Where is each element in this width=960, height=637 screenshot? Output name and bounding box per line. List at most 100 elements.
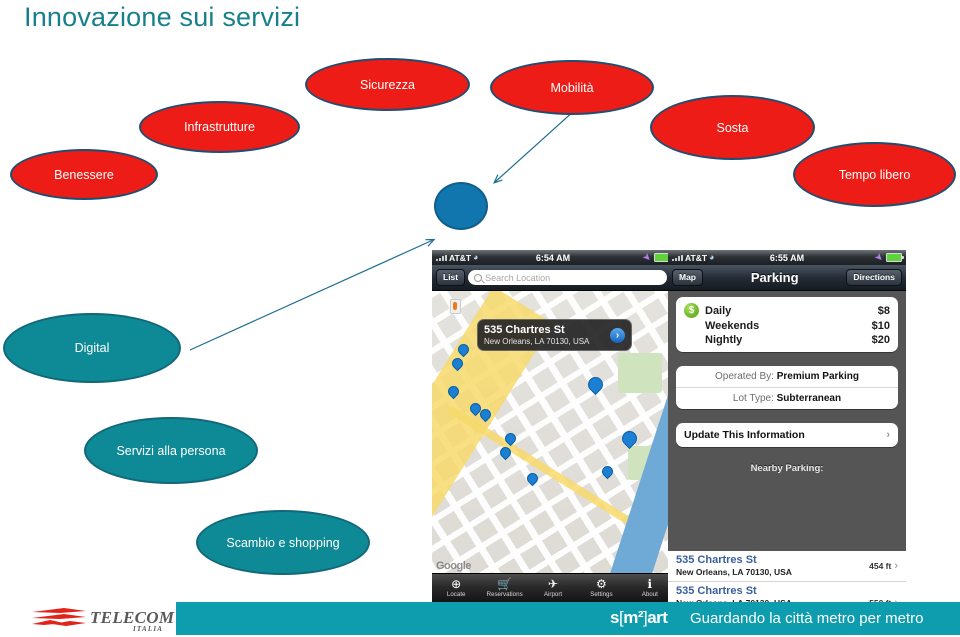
- nearby-item-text: 535 Chartres St New Orleans, LA 70130, U…: [676, 585, 863, 602]
- tab-about[interactable]: ℹ About: [626, 578, 674, 598]
- callout-city: New Orleans, LA 70130, USA: [484, 336, 590, 346]
- battery-icon: [886, 253, 904, 262]
- detail-row-lot-type: Lot Type: Subterranean: [676, 387, 898, 409]
- nearby-parking-list: 535 Chartres St New Orleans, LA 70130, U…: [668, 551, 906, 602]
- bubble-label: Scambio e shopping: [226, 535, 340, 550]
- update-info-card[interactable]: Update This Information ›: [676, 423, 898, 447]
- page-title: Innovazione sui servizi: [24, 2, 301, 32]
- pegman-icon[interactable]: [450, 299, 461, 314]
- slide-root: Innovazione sui servizi Benessere Infras…: [0, 0, 960, 637]
- footer-tagline: Guardando la città metro per metro: [690, 610, 924, 627]
- chevron-right-icon: ›: [894, 560, 898, 573]
- tab-airport[interactable]: ✈ Airport: [529, 578, 577, 598]
- directions-button[interactable]: Directions: [846, 269, 902, 286]
- detail-value: Premium Parking: [776, 371, 859, 382]
- chevron-right-icon: ›: [886, 429, 890, 441]
- tab-label: About: [641, 591, 658, 598]
- tab-bar-left: ⊕ Locate 🛒 Reservations ✈ Airport ⚙ Sett…: [432, 573, 674, 602]
- money-icon: $: [684, 303, 699, 318]
- status-bar-left: AT&T ◕ 6:54 AM ➤: [432, 250, 674, 265]
- map-back-button[interactable]: Map: [672, 269, 703, 286]
- smart-logo: s[m²]art: [610, 608, 668, 628]
- detail-label: Operated By:: [715, 371, 774, 382]
- callout-street: 535 Chartres St: [484, 324, 565, 336]
- nearby-item-title: 535 Chartres St: [676, 554, 757, 566]
- bubble-servizi-alla-persona[interactable]: Servizi alla persona: [84, 417, 258, 484]
- nav-bar-left: List Search Location: [432, 265, 674, 291]
- price-label: Daily: [705, 304, 732, 317]
- tab-reservations[interactable]: 🛒 Reservations: [480, 578, 528, 598]
- bubble-label: Mobilità: [550, 80, 594, 95]
- map-canvas[interactable]: 535 Chartres St New Orleans, LA 70130, U…: [432, 291, 674, 574]
- tab-locate[interactable]: ⊕ Locate: [432, 578, 480, 598]
- list-item[interactable]: 535 Chartres St New Orleans, LA 70130, U…: [668, 551, 906, 583]
- status-bar-right: AT&T ◕ 6:55 AM ➤: [668, 250, 906, 265]
- google-watermark: Google: [436, 560, 471, 572]
- nav-bar-right: Map Parking Directions: [668, 265, 906, 291]
- bubble-label: Servizi alla persona: [116, 443, 226, 458]
- bubble-infrastrutture[interactable]: Infrastrutture: [139, 101, 300, 153]
- smart-logo-s: s: [610, 608, 619, 627]
- telecom-sub-wordmark: ITALIA: [133, 625, 164, 633]
- map-callout[interactable]: 535 Chartres St New Orleans, LA 70130, U…: [477, 319, 632, 352]
- list-button[interactable]: List: [436, 269, 466, 286]
- bubble-sosta[interactable]: Sosta: [650, 95, 815, 160]
- nearby-parking-header: Nearby Parking:: [750, 463, 824, 474]
- nearby-item-text: 535 Chartres St New Orleans, LA 70130, U…: [676, 554, 863, 578]
- price-card: $ Daily $8 Weekends $10 Nightly $20: [676, 297, 898, 352]
- tab-label: Locate: [446, 591, 466, 598]
- telecom-chevrons-icon: [32, 608, 86, 626]
- bubble-label: Sicurezza: [360, 77, 415, 92]
- search-icon: [474, 273, 483, 282]
- list-item[interactable]: 535 Chartres St New Orleans, LA 70130, U…: [668, 582, 906, 602]
- price-label: Nightly: [705, 334, 743, 346]
- nearby-item-subtitle: New Orleans, LA 70130, USA: [676, 567, 792, 578]
- update-label: Update This Information: [684, 429, 805, 441]
- detail-value: Subterranean: [776, 393, 842, 404]
- cart-icon: 🛒: [497, 577, 513, 591]
- bubble-benessere[interactable]: Benessere: [10, 149, 158, 200]
- price-row: Weekends $10: [676, 319, 898, 333]
- search-placeholder: Search Location: [485, 272, 551, 283]
- bubble-sicurezza[interactable]: Sicurezza: [305, 58, 470, 111]
- tab-label: Airport: [543, 591, 563, 598]
- nearby-item-title: 535 Chartres St: [676, 585, 757, 598]
- status-time: 6:55 AM: [769, 252, 805, 263]
- nav-title: Parking: [750, 270, 799, 285]
- detail-label: Lot Type:: [732, 393, 774, 404]
- info-icon: ℹ: [647, 577, 653, 591]
- status-right: ➤: [873, 251, 906, 263]
- bubble-label: Digital: [74, 341, 110, 355]
- detail-row-operated-by: Operated By: Premium Parking: [676, 366, 898, 387]
- bubble-label: Tempo libero: [838, 167, 911, 182]
- price-value: $8: [877, 304, 890, 317]
- update-row[interactable]: Update This Information ›: [676, 423, 898, 447]
- price-row: Nightly $20: [676, 333, 898, 347]
- details-card: Operated By: Premium Parking Lot Type: S…: [676, 366, 898, 409]
- bubble-mobilita[interactable]: Mobilità: [490, 60, 654, 115]
- phone-parking-screenshot: AT&T ◕ 6:55 AM ➤ Map Parking Directions …: [668, 250, 906, 602]
- map-park: [618, 353, 662, 393]
- tab-label: Settings: [590, 591, 613, 598]
- bubble-label: Sosta: [716, 120, 749, 135]
- parking-detail-content: $ Daily $8 Weekends $10 Nightly $20 Oper…: [668, 291, 906, 551]
- bubble-scambio-e-shopping[interactable]: Scambio e shopping: [196, 510, 370, 575]
- bubble-tempo-libero[interactable]: Tempo libero: [793, 142, 956, 207]
- airplane-icon: ✈: [547, 577, 559, 591]
- smart-logo-art: art: [647, 608, 668, 627]
- price-value: $20: [871, 334, 890, 346]
- callout-disclosure-icon[interactable]: ›: [610, 327, 625, 343]
- telecom-italia-logo: TELECOM ITALIA: [30, 606, 175, 634]
- phone-map-screenshot: AT&T ◕ 6:54 AM ➤ List Search Location 53…: [432, 250, 674, 602]
- smart-logo-m2: m²: [623, 608, 643, 627]
- status-time: 6:54 AM: [535, 252, 571, 263]
- bubble-digital[interactable]: Digital: [3, 313, 181, 383]
- hub-dot[interactable]: [434, 182, 488, 230]
- bubble-label: Benessere: [54, 167, 114, 182]
- tab-settings[interactable]: ⚙ Settings: [577, 578, 625, 598]
- nearby-item-distance: 454 ft: [869, 561, 892, 572]
- search-input[interactable]: Search Location: [468, 270, 667, 285]
- callout-text: 535 Chartres St New Orleans, LA 70130, U…: [484, 324, 605, 346]
- price-label: Weekends: [705, 320, 760, 332]
- gear-icon: ⚙: [596, 577, 607, 591]
